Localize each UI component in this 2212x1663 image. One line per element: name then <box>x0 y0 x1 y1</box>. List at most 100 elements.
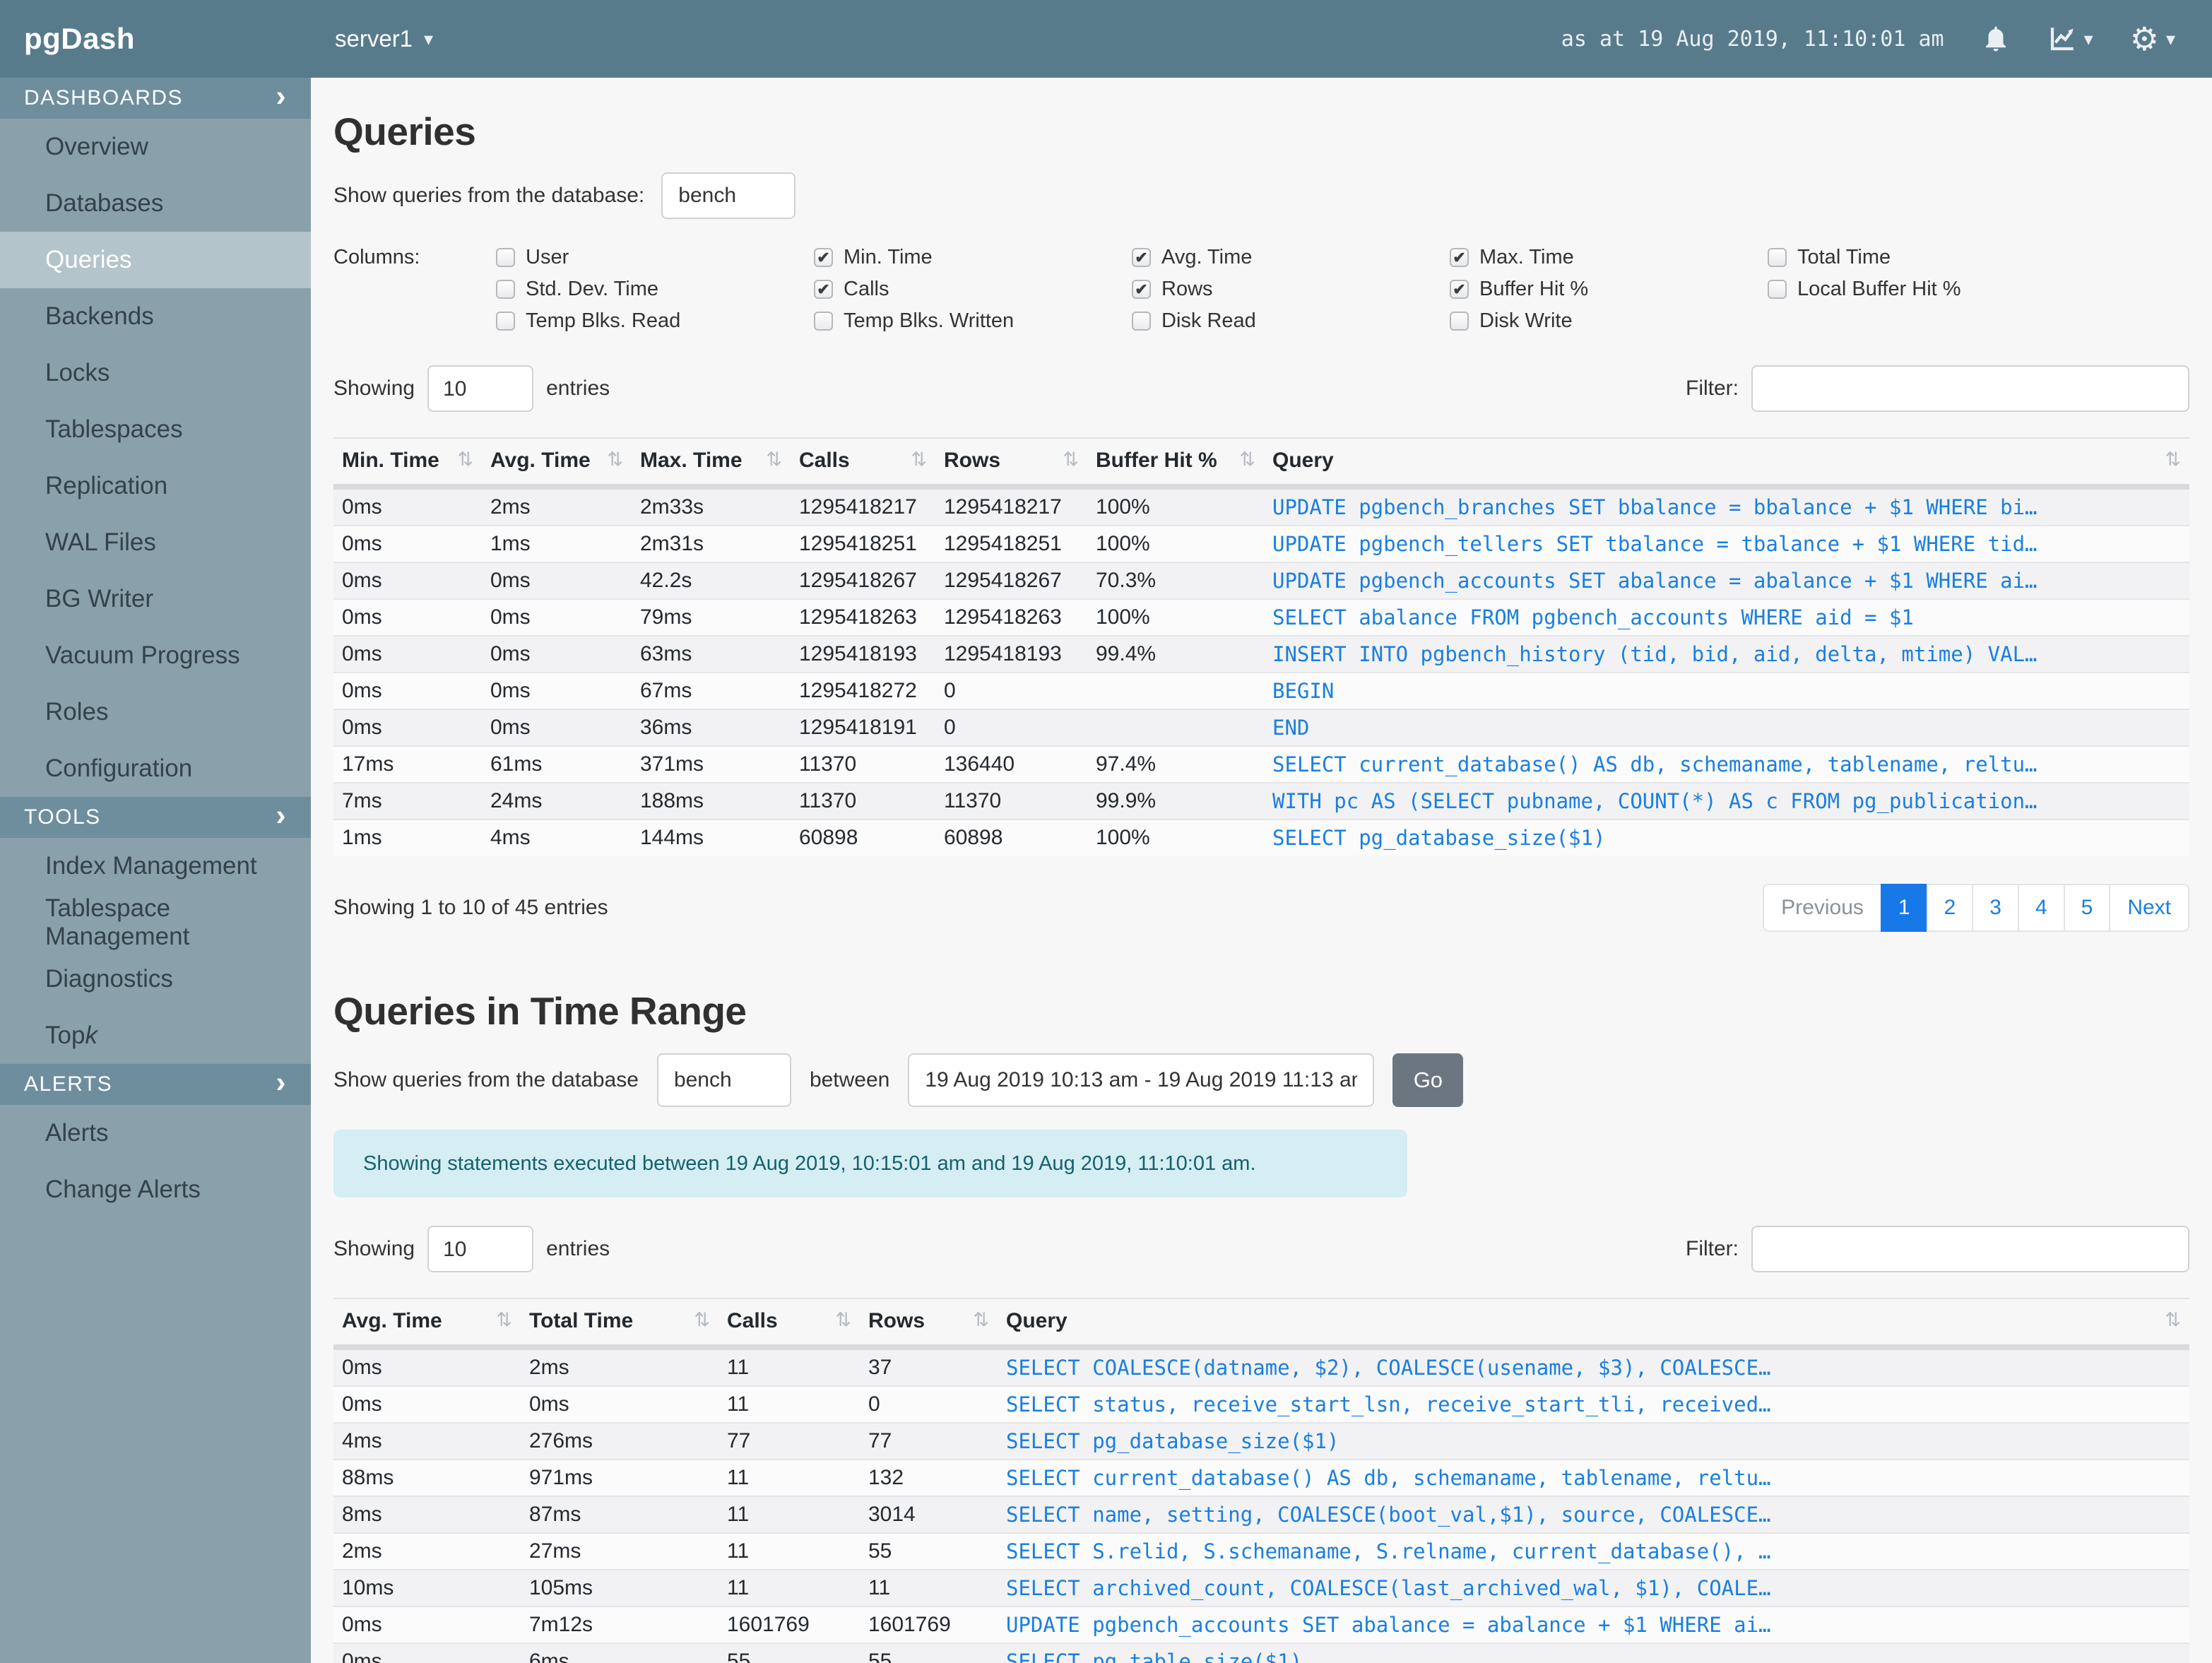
go-button[interactable]: Go <box>1392 1053 1464 1107</box>
checkbox-label: Std. Dev. Time <box>526 278 659 300</box>
server-selector-label: server1 <box>335 25 413 52</box>
table-cell: 1295418193 <box>935 635 1087 673</box>
pagination-next[interactable]: Next <box>2109 884 2189 932</box>
sidebar-item-tablespace-management[interactable]: Tablespace Management <box>0 894 311 951</box>
sidebar-item-databases[interactable]: Databases <box>0 175 311 232</box>
checkbox-user[interactable] <box>496 248 515 267</box>
database-input[interactable] <box>661 172 796 219</box>
column-header-total-time[interactable]: Total Time ⇅ <box>521 1298 718 1350</box>
column-header-label: Rows <box>868 1309 925 1332</box>
showing-entries-text: Showing 1 to 10 of 45 entries <box>333 896 608 919</box>
notifications-button[interactable] <box>1981 24 2011 54</box>
sidebar-item-backends[interactable]: Backends <box>0 288 311 345</box>
checkbox-min-time[interactable] <box>814 248 833 267</box>
checkbox-buffer-hit[interactable] <box>1450 280 1469 299</box>
column-header-avg-time[interactable]: Avg. Time ⇅ <box>482 437 632 490</box>
query-link[interactable]: UPDATE pgbench_accounts SET abalance = a… <box>1264 562 2189 599</box>
table-cell: 0ms <box>333 635 482 673</box>
sidebar-section-dashboards[interactable]: DASHBOARDS › <box>0 78 311 119</box>
pagination-page-5[interactable]: 5 <box>2063 884 2111 932</box>
sidebar-item-overview[interactable]: Overview <box>0 119 311 175</box>
column-header-rows[interactable]: Rows ⇅ <box>860 1298 998 1350</box>
table-cell: 42.2s <box>632 562 791 599</box>
column-header-calls[interactable]: Calls ⇅ <box>718 1298 860 1350</box>
database-input-2[interactable] <box>656 1053 791 1107</box>
pagination-page-4[interactable]: 4 <box>2017 884 2065 932</box>
column-header-buffer-hit[interactable]: Buffer Hit % ⇅ <box>1087 437 1264 490</box>
settings-menu-button[interactable]: ⚙ ▾ <box>2130 23 2175 55</box>
column-header-label: Calls <box>799 449 850 472</box>
query-link[interactable]: SELECT pg_table_size($1) <box>998 1643 2189 1663</box>
filter-input[interactable] <box>1751 365 2189 412</box>
checkbox-std-dev-time[interactable] <box>496 280 515 299</box>
query-link[interactable]: UPDATE pgbench_branches SET bbalance = b… <box>1264 486 2189 526</box>
column-header-avg-time[interactable]: Avg. Time ⇅ <box>333 1298 521 1350</box>
query-link[interactable]: END <box>1264 709 2189 746</box>
columns-grid: User Min. Time Avg. Time Max. Time Total Tim… <box>496 242 2086 337</box>
column-header-calls[interactable]: Calls ⇅ <box>791 437 935 490</box>
column-header-query[interactable]: Query ⇅ <box>1264 437 2189 490</box>
query-link[interactable]: SELECT name, setting, COALESCE(boot_val,… <box>998 1496 2189 1533</box>
server-selector[interactable]: server1 ▾ <box>335 25 433 52</box>
sidebar-item-tablespaces[interactable]: Tablespaces <box>0 401 311 458</box>
query-link[interactable]: UPDATE pgbench_accounts SET abalance = a… <box>998 1606 2189 1643</box>
checkbox-disk-read[interactable] <box>1132 312 1151 331</box>
sidebar-item-wal-files[interactable]: WAL Files <box>0 514 311 571</box>
query-link[interactable]: SELECT current_database() AS db, scheman… <box>1264 745 2189 783</box>
table-cell: 67ms <box>632 672 791 709</box>
sidebar-item-configuration[interactable]: Configuration <box>0 740 311 797</box>
filter-input[interactable] <box>1751 1226 2189 1272</box>
query-link[interactable]: UPDATE pgbench_tellers SET tbalance = tb… <box>1264 525 2189 562</box>
query-link[interactable]: SELECT archived_count, COALESCE(last_arc… <box>998 1569 2189 1606</box>
query-link[interactable]: INSERT INTO pgbench_history (tid, bid, a… <box>1264 635 2189 673</box>
checkbox-total-time[interactable] <box>1768 248 1787 267</box>
sidebar-item-replication[interactable]: Replication <box>0 458 311 514</box>
checkbox-temp-blks-read[interactable] <box>496 312 515 331</box>
sidebar-item-diagnostics[interactable]: Diagnostics <box>0 951 311 1007</box>
query-link[interactable]: SELECT current_database() AS db, scheman… <box>998 1459 2189 1496</box>
query-link[interactable]: SELECT status, receive_start_lsn, receiv… <box>998 1385 2189 1423</box>
checkbox-temp-blks-written[interactable] <box>814 312 833 331</box>
table-cell: 55 <box>860 1532 998 1570</box>
sidebar-item-change-alerts[interactable]: Change Alerts <box>0 1161 311 1218</box>
sidebar-section-label: TOOLS <box>24 805 101 829</box>
query-link[interactable]: SELECT pg_database_size($1) <box>998 1422 2189 1460</box>
sidebar-item-top-k[interactable]: Top k <box>0 1007 311 1064</box>
app-logo[interactable]: pgDash <box>0 22 311 56</box>
pagination-page-2[interactable]: 2 <box>1926 884 1974 932</box>
sort-icon: ⇅ <box>496 1309 512 1330</box>
time-range-input[interactable] <box>908 1053 1375 1107</box>
sidebar-item-roles[interactable]: Roles <box>0 684 311 740</box>
checkbox-calls[interactable] <box>814 280 833 299</box>
entries-select[interactable]: 10 <box>427 1226 534 1272</box>
sidebar-section-tools[interactable]: TOOLS › <box>0 797 311 838</box>
table-cell: 100% <box>1087 486 1264 526</box>
checkbox-avg-time[interactable] <box>1132 248 1151 267</box>
checkbox-max-time[interactable] <box>1450 248 1469 267</box>
pagination-previous[interactable]: Previous <box>1763 884 1882 932</box>
column-header-rows[interactable]: Rows ⇅ <box>935 437 1087 490</box>
query-link[interactable]: SELECT S.relid, S.schemaname, S.relname,… <box>998 1532 2189 1570</box>
column-header-query[interactable]: Query ⇅ <box>998 1298 2189 1350</box>
query-link[interactable]: BEGIN <box>1264 672 2189 709</box>
pagination-page-3[interactable]: 3 <box>1972 884 2019 932</box>
query-link[interactable]: SELECT abalance FROM pgbench_accounts WH… <box>1264 598 2189 636</box>
entries-select[interactable]: 10 <box>427 365 534 412</box>
checkbox-rows[interactable] <box>1132 280 1151 299</box>
sidebar-item-alerts[interactable]: Alerts <box>0 1105 311 1161</box>
query-link[interactable]: SELECT COALESCE(datname, $2), COALESCE(u… <box>998 1347 2189 1386</box>
checkbox-local-buffer-hit[interactable] <box>1768 280 1787 299</box>
sidebar-item-locks[interactable]: Locks <box>0 345 311 401</box>
sidebar-item-index-management[interactable]: Index Management <box>0 838 311 894</box>
query-link[interactable]: WITH pc AS (SELECT pubname, COUNT(*) AS … <box>1264 782 2189 819</box>
charts-menu-button[interactable]: ▾ <box>2047 24 2093 54</box>
sidebar-item-vacuum-progress[interactable]: Vacuum Progress <box>0 627 311 684</box>
query-link[interactable]: SELECT pg_database_size($1) <box>1264 819 2189 856</box>
sidebar-item-queries[interactable]: Queries <box>0 232 311 288</box>
column-header-min-time[interactable]: Min. Time ⇅ <box>333 437 482 490</box>
column-header-max-time[interactable]: Max. Time ⇅ <box>632 437 791 490</box>
pagination-page-1[interactable]: 1 <box>1880 884 1928 932</box>
checkbox-disk-write[interactable] <box>1450 312 1469 331</box>
sidebar-item-bg-writer[interactable]: BG Writer <box>0 571 311 627</box>
sidebar-section-alerts[interactable]: ALERTS › <box>0 1064 311 1105</box>
